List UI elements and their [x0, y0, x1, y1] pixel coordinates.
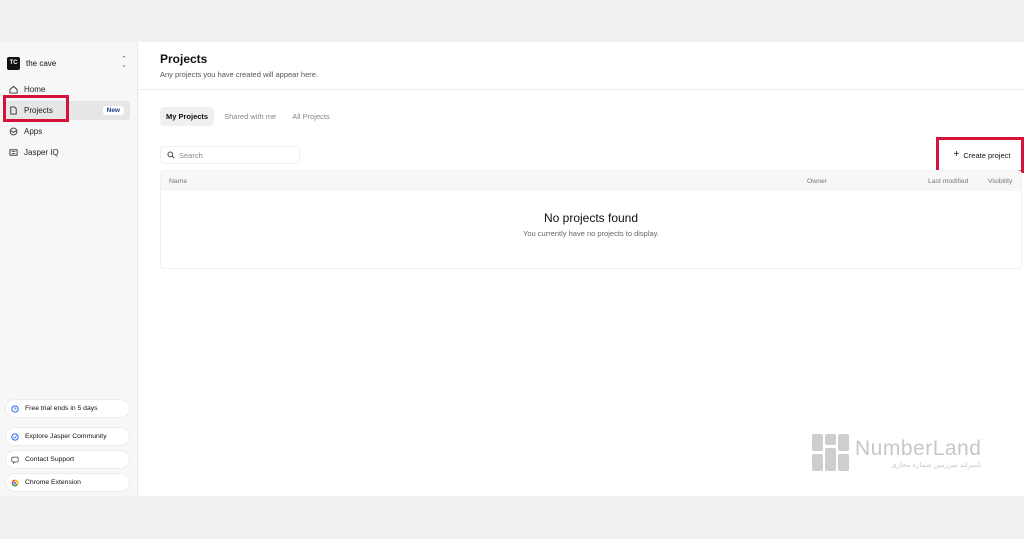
pill-label: Free trial ends in 5 days — [25, 405, 98, 412]
pill-label: Explore Jasper Community — [25, 433, 107, 440]
home-icon — [9, 85, 18, 94]
community-icon — [11, 432, 19, 441]
trial-status[interactable]: Free trial ends in 5 days — [5, 399, 130, 418]
projects-highlight-box — [3, 95, 69, 122]
sidebar-item-jasper-iq[interactable]: Jasper IQ — [5, 143, 130, 162]
page-header: Projects Any projects you have created w… — [138, 42, 1024, 90]
page-title: Projects — [160, 52, 208, 66]
column-header-name[interactable]: Name — [169, 178, 187, 185]
sidebar: TC the cave ⌃ ⌄ Home Projects New Apps Ja… — [0, 42, 138, 496]
column-header-last-modified[interactable]: Last modified — [928, 178, 968, 185]
column-header-visibility[interactable]: Visibility — [988, 178, 1012, 185]
workspace-switcher[interactable]: TC the cave ⌃ ⌄ — [6, 48, 131, 78]
main-content: Projects Any projects you have created w… — [138, 42, 1024, 496]
app-window: TC the cave ⌃ ⌄ Home Projects New Apps Ja… — [0, 42, 1024, 496]
explore-community-link[interactable]: Explore Jasper Community — [5, 427, 130, 446]
watermark: NumberLand نامبرلند سرزمین شماره مجازی — [812, 434, 981, 471]
projects-table: Name Owner Last modified Visibility No p… — [160, 170, 1022, 269]
search-placeholder: Search — [179, 150, 203, 160]
grid-icon — [9, 127, 18, 136]
chrome-extension-link[interactable]: Chrome Extension — [5, 473, 130, 492]
workspace-avatar: TC — [7, 56, 20, 70]
numberland-logo-icon — [812, 434, 849, 471]
table-header: Name Owner Last modified Visibility — [161, 171, 1021, 191]
chat-icon — [11, 456, 19, 464]
tab-shared-with-me[interactable]: Shared with me — [218, 107, 282, 126]
project-tabs: My Projects Shared with me All Projects — [160, 107, 336, 126]
page-subtitle: Any projects you have created will appea… — [160, 70, 319, 79]
workspace-name: the cave — [26, 58, 57, 68]
chrome-icon — [11, 479, 19, 486]
new-badge: New — [102, 106, 124, 115]
contact-support-link[interactable]: Contact Support — [5, 450, 130, 469]
sidebar-item-label: Jasper IQ — [24, 148, 59, 157]
sidebar-item-apps[interactable]: Apps — [5, 122, 130, 141]
sidebar-item-label: Home — [24, 85, 46, 94]
clock-icon — [11, 404, 19, 413]
search-icon — [167, 151, 175, 159]
sidebar-footer: Free trial ends in 5 days Explore Jasper… — [5, 395, 130, 492]
pill-label: Chrome Extension — [25, 479, 81, 486]
column-header-owner[interactable]: Owner — [807, 178, 827, 185]
empty-state-title: No projects found — [543, 211, 639, 225]
create-project-highlight-box — [936, 137, 1024, 173]
tab-my-projects[interactable]: My Projects — [160, 107, 215, 126]
empty-state-subtitle: You currently have no projects to displa… — [523, 229, 659, 238]
search-input[interactable]: Search — [160, 146, 300, 164]
chevron-up-down-icon: ⌃ ⌄ — [121, 56, 127, 69]
empty-state: No projects found You currently have no … — [161, 191, 1021, 238]
watermark-tagline: نامبرلند سرزمین شماره مجازی — [891, 461, 982, 469]
watermark-name: NumberLand — [855, 436, 982, 460]
sidebar-item-label: Apps — [24, 127, 43, 136]
pill-label: Contact Support — [25, 456, 75, 463]
tab-all-projects[interactable]: All Projects — [286, 107, 336, 126]
book-icon — [9, 149, 18, 156]
